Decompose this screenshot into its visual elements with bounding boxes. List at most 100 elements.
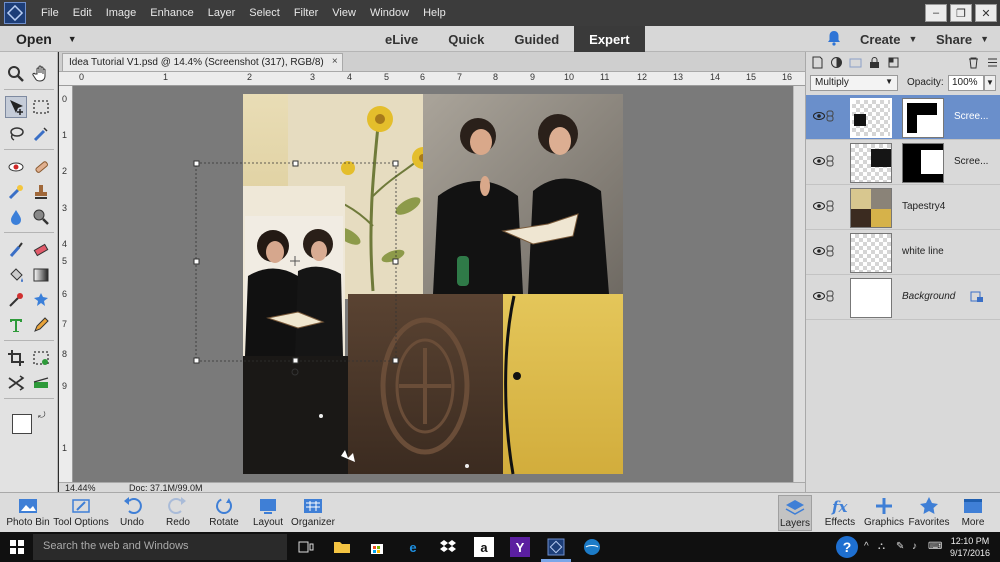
- store-icon[interactable]: [367, 537, 387, 557]
- taskbar-clock[interactable]: 12:10 PM 9/17/2016: [950, 535, 990, 559]
- zoom-tool-icon[interactable]: [5, 63, 27, 85]
- tab-expert[interactable]: Expert: [574, 26, 645, 52]
- share-button[interactable]: Share ▼: [936, 26, 989, 52]
- transform-handle[interactable]: [193, 258, 200, 265]
- menu-help[interactable]: Help: [416, 7, 453, 19]
- hand-tool-icon[interactable]: [30, 63, 52, 85]
- layer-thumbnail[interactable]: [850, 278, 892, 318]
- graphics-button[interactable]: Graphics: [864, 495, 904, 531]
- document-canvas[interactable]: [73, 86, 793, 482]
- layer-name[interactable]: Scree...: [954, 156, 988, 167]
- swap-colors-icon[interactable]: ⤾: [38, 410, 46, 421]
- layer-row[interactable]: Scree...: [806, 140, 1000, 185]
- eyedropper-tool-icon[interactable]: [5, 289, 27, 311]
- menu-file[interactable]: File: [34, 7, 66, 19]
- content-aware-move-tool-icon[interactable]: [5, 372, 27, 394]
- layer-name[interactable]: white line: [902, 246, 944, 257]
- visibility-eye-icon[interactable]: [813, 246, 825, 256]
- layer-link-icon[interactable]: [826, 290, 834, 302]
- blend-mode-select[interactable]: Multiply ▼: [810, 75, 898, 91]
- menu-edit[interactable]: Edit: [66, 7, 99, 19]
- transform-handle[interactable]: [292, 160, 299, 167]
- adjustment-layer-icon[interactable]: [828, 54, 844, 70]
- tool-options-button[interactable]: Tool Options: [53, 495, 109, 531]
- layer-row[interactable]: Background: [806, 275, 1000, 320]
- tray-keyboard-icon[interactable]: ⌨: [928, 541, 942, 552]
- tab-close-icon[interactable]: ×: [332, 56, 338, 67]
- crop-tool-icon[interactable]: [5, 347, 27, 369]
- tray-pen-icon[interactable]: ✎: [896, 541, 904, 552]
- layer-thumbnail[interactable]: [850, 143, 892, 183]
- move-tool-icon[interactable]: [5, 96, 27, 118]
- close-button[interactable]: ✕: [975, 4, 997, 22]
- opacity-chevron-down-icon[interactable]: ▼: [984, 75, 996, 91]
- windows-start-icon[interactable]: [10, 540, 24, 554]
- more-button[interactable]: More: [956, 495, 990, 531]
- open-chevron-down-icon[interactable]: ▼: [68, 34, 77, 44]
- transform-handle[interactable]: [193, 357, 200, 364]
- visibility-eye-icon[interactable]: [813, 111, 825, 121]
- dropbox-icon[interactable]: [438, 537, 458, 557]
- layer-mask-thumbnail[interactable]: [902, 98, 944, 138]
- layer-link-icon[interactable]: [826, 200, 834, 212]
- rotate-button[interactable]: Rotate: [204, 495, 244, 531]
- vertical-scrollbar[interactable]: [793, 86, 805, 482]
- menu-view[interactable]: View: [325, 7, 363, 19]
- tray-chevron-icon[interactable]: ^: [864, 541, 869, 552]
- layout-button[interactable]: Layout: [250, 495, 286, 531]
- create-button[interactable]: Create ▼: [860, 26, 917, 52]
- layer-name[interactable]: Tapestry4: [902, 201, 945, 212]
- eraser-tool-icon[interactable]: [30, 239, 52, 261]
- layer-row[interactable]: Scree...: [806, 95, 1000, 140]
- minimize-button[interactable]: –: [925, 4, 947, 22]
- open-button[interactable]: Open ▼: [0, 31, 80, 47]
- quick-selection-tool-icon[interactable]: [30, 123, 52, 145]
- photo-bin-button[interactable]: Photo Bin: [6, 495, 50, 531]
- smart-brush-tool-icon[interactable]: [5, 181, 27, 203]
- transform-handle[interactable]: [392, 258, 399, 265]
- organizer-button[interactable]: Organizer: [290, 495, 336, 531]
- task-view-icon[interactable]: [296, 537, 316, 557]
- tray-volume-icon[interactable]: ♪: [912, 541, 917, 552]
- transform-handle[interactable]: [292, 357, 299, 364]
- lock-transparency-icon[interactable]: [886, 54, 902, 70]
- marquee-tool-icon[interactable]: [30, 96, 52, 118]
- transform-handle[interactable]: [392, 357, 399, 364]
- menu-image[interactable]: Image: [99, 7, 144, 19]
- gradient-tool-icon[interactable]: [30, 264, 52, 286]
- canvas-area[interactable]: [73, 86, 793, 482]
- favorites-button[interactable]: Favorites: [908, 495, 950, 531]
- visibility-eye-icon[interactable]: [813, 201, 825, 211]
- help-icon[interactable]: ?: [836, 536, 858, 558]
- menu-enhance[interactable]: Enhance: [143, 7, 200, 19]
- delete-layer-icon[interactable]: [966, 54, 982, 70]
- undo-button[interactable]: Undo: [114, 495, 150, 531]
- layer-name[interactable]: Background: [902, 291, 955, 302]
- transform-handle[interactable]: [392, 160, 399, 167]
- lasso-tool-icon[interactable]: [5, 123, 27, 145]
- redo-button[interactable]: Redo: [160, 495, 196, 531]
- visibility-eye-icon[interactable]: [813, 156, 825, 166]
- layers-button[interactable]: Layers: [778, 495, 812, 531]
- menu-select[interactable]: Select: [242, 7, 287, 19]
- document-tab[interactable]: Idea Tutorial V1.psd @ 14.4% (Screenshot…: [62, 53, 343, 71]
- amazon-icon[interactable]: a: [474, 537, 494, 557]
- notification-bell-icon[interactable]: [826, 30, 842, 46]
- tab-elive[interactable]: eLive: [370, 26, 433, 52]
- photoshop-elements-taskbar-icon[interactable]: [546, 537, 566, 557]
- tray-network-icon[interactable]: ⛬: [878, 541, 885, 552]
- layer-row[interactable]: white line: [806, 230, 1000, 275]
- layer-row[interactable]: Tapestry4: [806, 185, 1000, 230]
- brush-tool-icon[interactable]: [5, 239, 27, 261]
- layer-thumbnail[interactable]: [850, 98, 892, 138]
- custom-shape-tool-icon[interactable]: [30, 289, 52, 311]
- layer-mask-thumbnail[interactable]: [902, 143, 944, 183]
- menu-window[interactable]: Window: [363, 7, 416, 19]
- visibility-eye-icon[interactable]: [813, 291, 825, 301]
- lock-all-icon[interactable]: [866, 54, 882, 70]
- panel-menu-icon[interactable]: [985, 54, 1000, 70]
- layer-thumbnail[interactable]: [850, 188, 892, 228]
- healing-brush-tool-icon[interactable]: [30, 156, 52, 178]
- pencil-tool-icon[interactable]: [30, 314, 52, 336]
- file-explorer-icon[interactable]: [332, 537, 352, 557]
